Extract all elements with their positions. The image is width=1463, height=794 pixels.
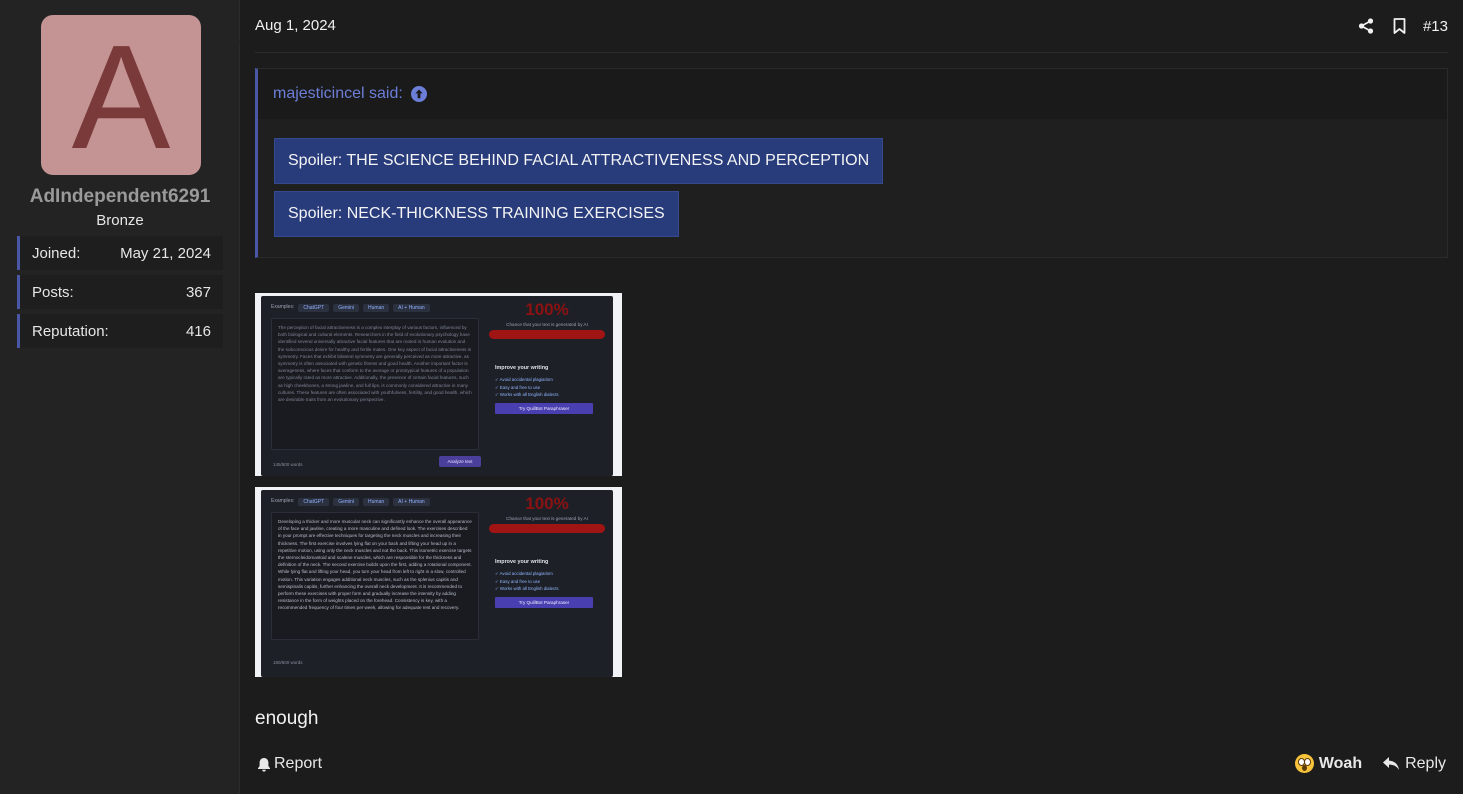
post-tools: #13 — [1349, 14, 1448, 38]
word-count: 180/500 words — [273, 660, 303, 665]
analyzed-text: Developing a thicker and more muscular n… — [271, 512, 479, 640]
result-panel: 100% Chance that your text is generated … — [489, 494, 605, 608]
paraphraser-button: Try QuillBot Paraphraser — [495, 402, 593, 414]
improve-item: ✓ Avoid accidental plagiarism — [495, 377, 553, 382]
example-chip: AI + Human — [393, 498, 430, 506]
quote-block: majesticincel said: Spoiler: THE SCIENCE… — [255, 68, 1448, 258]
result-panel: 100% Chance that your text is generated … — [489, 300, 605, 414]
stat-label: Posts: — [32, 283, 74, 301]
stat-reputation: Reputation: 416 — [17, 314, 223, 348]
share-icon — [1358, 18, 1374, 34]
arrow-up-circle-icon[interactable] — [410, 86, 427, 102]
post-message: enough — [255, 708, 319, 729]
stat-value: 367 — [185, 283, 211, 301]
stat-label: Joined: — [32, 244, 81, 262]
ai-percent-caption: Chance that your text is generated by AI — [506, 516, 588, 521]
example-chip: Human — [363, 498, 390, 506]
reaction-bar: Woah Reply — [1294, 754, 1446, 773]
attachment-image-2[interactable]: Examples: ChatGPT Gemini Human AI + Huma… — [255, 487, 622, 677]
report-label: Report — [274, 755, 323, 772]
improve-list: ✓ Avoid accidental plagiarism ✓ Easy and… — [489, 570, 605, 593]
analyze-button: Analyze text — [439, 456, 481, 467]
username[interactable]: AdIndependent6291 — [0, 186, 240, 208]
improve-item: ✓ Avoid accidental plagiarism — [495, 571, 553, 576]
bookmark-icon — [1394, 18, 1406, 34]
ai-percent-bar — [489, 330, 605, 339]
bell-icon — [258, 757, 270, 772]
improve-item: ✓ Works with all English dialects — [495, 392, 559, 398]
share-button[interactable] — [1349, 14, 1383, 38]
bookmark-button[interactable] — [1383, 14, 1417, 38]
attachment-image-1[interactable]: Examples: ChatGPT Gemini Human AI + Huma… — [255, 293, 622, 476]
ai-percent: 100% — [525, 300, 569, 319]
user-rank: Bronze — [96, 212, 144, 229]
header-divider — [255, 52, 1448, 53]
stat-value: 416 — [185, 322, 211, 340]
spoiler-button-neck-training[interactable]: Spoiler: NECK-THICKNESS TRAINING EXERCIS… — [274, 191, 679, 237]
ai-percent-bar — [489, 524, 605, 533]
user-sidebar: A AdIndependent6291 Bronze Joined: May 2… — [0, 0, 251, 794]
quote-header[interactable]: majesticincel said: — [258, 69, 1447, 119]
quote-author[interactable]: majesticincel said: — [273, 85, 403, 103]
ai-percent-caption: Chance that your text is generated by AI — [506, 322, 588, 327]
improve-item: ✓ Easy and free to use — [495, 578, 541, 584]
stat-value: May 21, 2024 — [120, 244, 211, 262]
improve-item: ✓ Easy and free to use — [495, 384, 541, 390]
analyzed-text: The perception of facial attractiveness … — [271, 318, 479, 450]
stat-label: Reputation: — [32, 322, 109, 340]
reply-icon — [1383, 757, 1400, 770]
improve-list: ✓ Avoid accidental plagiarism ✓ Easy and… — [489, 376, 605, 399]
react-woah-button[interactable]: Woah — [1294, 754, 1363, 773]
example-chip: Human — [363, 304, 390, 312]
stat-joined: Joined: May 21, 2024 — [17, 236, 223, 270]
example-chip: AI + Human — [393, 304, 430, 312]
example-chip: ChatGPT — [298, 498, 330, 506]
post-number[interactable]: #13 — [1423, 18, 1448, 35]
spoiler-button-facial-attractiveness[interactable]: Spoiler: THE SCIENCE BEHIND FACIAL ATTRA… — [274, 138, 884, 184]
word-count: 145/500 words — [273, 462, 303, 467]
improve-title: Improve your writing — [495, 365, 549, 371]
avatar[interactable]: A — [41, 15, 201, 175]
detector-panel: Examples: ChatGPT Gemini Human AI + Huma… — [261, 490, 613, 677]
report-button[interactable]: Report — [257, 755, 322, 773]
avatar-letter: A — [71, 15, 171, 175]
astonished-face-icon — [1294, 754, 1314, 773]
examples-row: Examples: ChatGPT Gemini Human AI + Huma… — [271, 498, 430, 506]
post-date[interactable]: Aug 1, 2024 — [255, 17, 336, 34]
examples-row: Examples: ChatGPT Gemini Human AI + Huma… — [271, 304, 430, 312]
ai-percent: 100% — [525, 494, 569, 513]
example-chip: ChatGPT — [298, 304, 330, 312]
improve-item: ✓ Works with all English dialects — [495, 586, 559, 592]
example-chip: Gemini — [333, 304, 360, 312]
sidebar-arrow — [239, 30, 251, 54]
example-chip: Gemini — [333, 498, 360, 506]
examples-label: Examples: — [271, 498, 295, 504]
reply-label: Reply — [1405, 754, 1446, 772]
stat-posts: Posts: 367 — [17, 275, 223, 309]
detector-panel: Examples: ChatGPT Gemini Human AI + Huma… — [261, 296, 613, 476]
paraphraser-button: Try QuillBot Paraphraser — [495, 596, 593, 608]
reaction-label: Woah — [1318, 754, 1363, 772]
examples-label: Examples: — [271, 304, 295, 310]
reply-button[interactable]: Reply — [1382, 755, 1446, 773]
improve-title: Improve your writing — [495, 559, 549, 565]
